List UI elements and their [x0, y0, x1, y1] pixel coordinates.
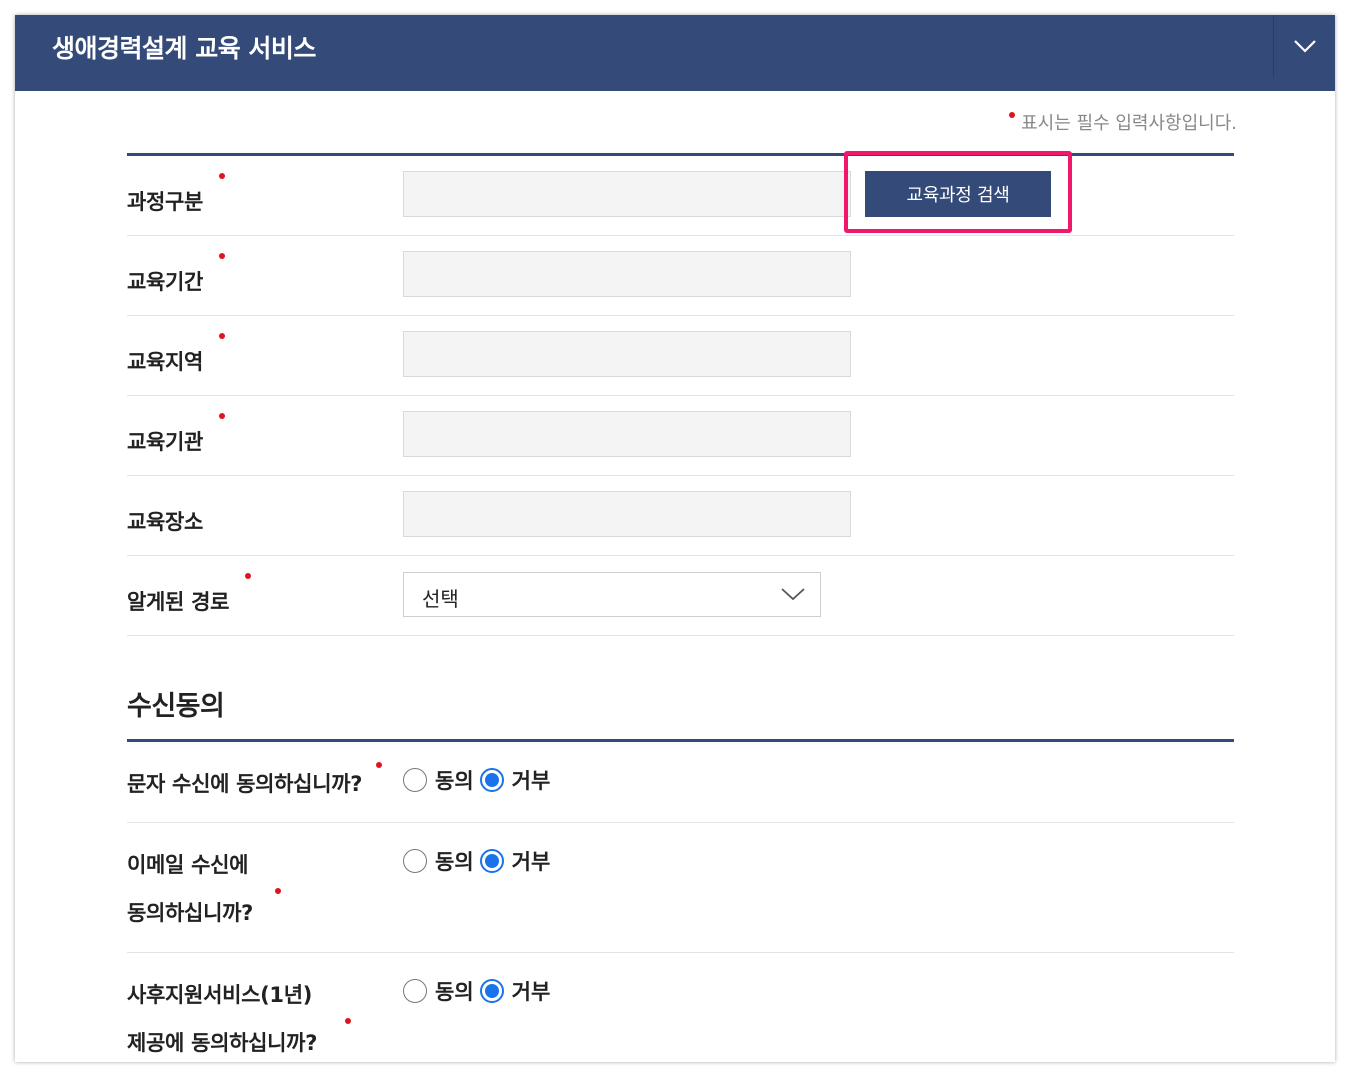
label-sms-consent-text: 문자 수신에 동의하십니까?	[127, 772, 363, 796]
required-dot-icon	[345, 1018, 351, 1024]
sms-agree-label: 동의	[435, 769, 474, 793]
email-agree-label: 동의	[435, 850, 474, 874]
course-search-button[interactable]: 교육과정 검색	[865, 171, 1051, 217]
followup-agree-radio[interactable]	[403, 979, 427, 1003]
row-institution: 교육기관	[127, 396, 1234, 476]
sms-consent-radio-group: 동의 거부	[403, 765, 556, 795]
row-followup-consent: 사후지원서비스(1년) 제공에 동의하십니까? 동의 거부	[127, 953, 1234, 1062]
label-course-type: 과정구분	[127, 173, 226, 216]
referral-select-value: 선택	[422, 587, 459, 611]
followup-decline-radio[interactable]	[479, 979, 504, 1003]
row-period: 교육기간	[127, 236, 1234, 316]
label-sms-consent-line: 문자 수신에 동의하십니까?	[127, 760, 383, 808]
required-note: 표시는 필수 입력사항입니다.	[1009, 109, 1237, 135]
chevron-down-icon	[1293, 40, 1316, 53]
label-email-consent-line2-wrap: 동의하십니까?	[127, 888, 281, 937]
followup-consent-radio-group: 동의 거부	[403, 976, 556, 1006]
required-dot-icon	[219, 413, 226, 419]
sms-agree-option[interactable]: 동의	[403, 765, 474, 795]
label-sms-consent: 문자 수신에 동의하십니까?	[127, 760, 383, 808]
row-referral: 알게된 경로 선택	[127, 556, 1234, 636]
required-dot-icon	[376, 762, 383, 768]
row-place: 교육장소	[127, 476, 1234, 556]
row-course-type: 과정구분 교육과정 검색	[127, 151, 1234, 236]
label-institution: 교육기관	[127, 413, 226, 456]
label-referral-text: 알게된 경로	[127, 590, 230, 614]
course-form: 과정구분 교육과정 검색 교육기간 교육지역 교육기관 교육장소 알게된 경로 …	[127, 151, 1234, 1062]
label-region-text: 교육지역	[127, 350, 204, 374]
followup-agree-label: 동의	[435, 980, 474, 1004]
label-followup-consent-line2: 제공에 동의하십니까?	[127, 1031, 318, 1055]
required-dot-icon	[219, 333, 226, 339]
label-place-text: 교육장소	[127, 510, 204, 534]
email-agree-option[interactable]: 동의	[403, 846, 474, 876]
education-service-panel: 생애경력설계 교육 서비스 표시는 필수 입력사항입니다. 과정구분 교육과정 …	[15, 15, 1335, 1062]
label-followup-consent-line1: 사후지원서비스(1년)	[127, 983, 313, 1007]
row-sms-consent: 문자 수신에 동의하십니까? 동의 거부	[127, 742, 1234, 823]
label-place: 교육장소	[127, 506, 203, 536]
collapse-toggle-button[interactable]	[1274, 15, 1335, 77]
required-dot-icon	[1009, 112, 1016, 118]
required-dot-icon	[275, 888, 281, 894]
sms-decline-label: 거부	[511, 769, 551, 793]
required-dot-icon	[219, 253, 226, 259]
consent-section-title: 수신동의	[127, 691, 225, 722]
sms-decline-option[interactable]: 거부	[479, 765, 551, 795]
required-note-text: 표시는 필수 입력사항입니다.	[1021, 113, 1237, 134]
institution-input[interactable]	[403, 411, 851, 457]
row-email-consent: 이메일 수신에 동의하십니까? 동의 거부	[127, 823, 1234, 953]
region-input[interactable]	[403, 331, 851, 377]
email-decline-label: 거부	[511, 850, 551, 874]
email-decline-option[interactable]: 거부	[479, 846, 551, 876]
course-type-input[interactable]	[403, 171, 851, 217]
label-referral: 알게된 경로	[127, 573, 252, 616]
followup-decline-label: 거부	[511, 980, 551, 1004]
required-dot-icon	[219, 173, 226, 179]
followup-agree-option[interactable]: 동의	[403, 976, 474, 1006]
required-dot-icon	[245, 573, 252, 579]
sms-decline-radio[interactable]	[479, 768, 504, 792]
row-region: 교육지역	[127, 316, 1234, 396]
panel-header: 생애경력설계 교육 서비스	[15, 15, 1335, 91]
label-followup-consent-line2-wrap: 제공에 동의하십니까?	[127, 1018, 351, 1062]
label-course-type-text: 과정구분	[127, 190, 204, 214]
label-institution-text: 교육기관	[127, 430, 204, 454]
email-decline-radio[interactable]	[479, 849, 504, 873]
period-input[interactable]	[403, 251, 851, 297]
label-followup-consent: 사후지원서비스(1년) 제공에 동의하십니까?	[127, 971, 351, 1062]
label-period-text: 교육기간	[127, 270, 204, 294]
sms-agree-radio[interactable]	[403, 768, 427, 792]
label-period: 교육기간	[127, 253, 226, 296]
label-region: 교육지역	[127, 333, 226, 376]
referral-select[interactable]: 선택	[403, 572, 821, 617]
label-email-consent-line1: 이메일 수신에	[127, 853, 249, 877]
chevron-down-icon	[781, 588, 805, 601]
label-email-consent-line2: 동의하십니까?	[127, 901, 254, 925]
followup-decline-option[interactable]: 거부	[479, 976, 551, 1006]
email-agree-radio[interactable]	[403, 849, 427, 873]
place-input[interactable]	[403, 491, 851, 537]
email-consent-radio-group: 동의 거부	[403, 846, 556, 876]
label-email-consent: 이메일 수신에 동의하십니까?	[127, 841, 281, 937]
panel-title: 생애경력설계 교육 서비스	[52, 34, 316, 63]
